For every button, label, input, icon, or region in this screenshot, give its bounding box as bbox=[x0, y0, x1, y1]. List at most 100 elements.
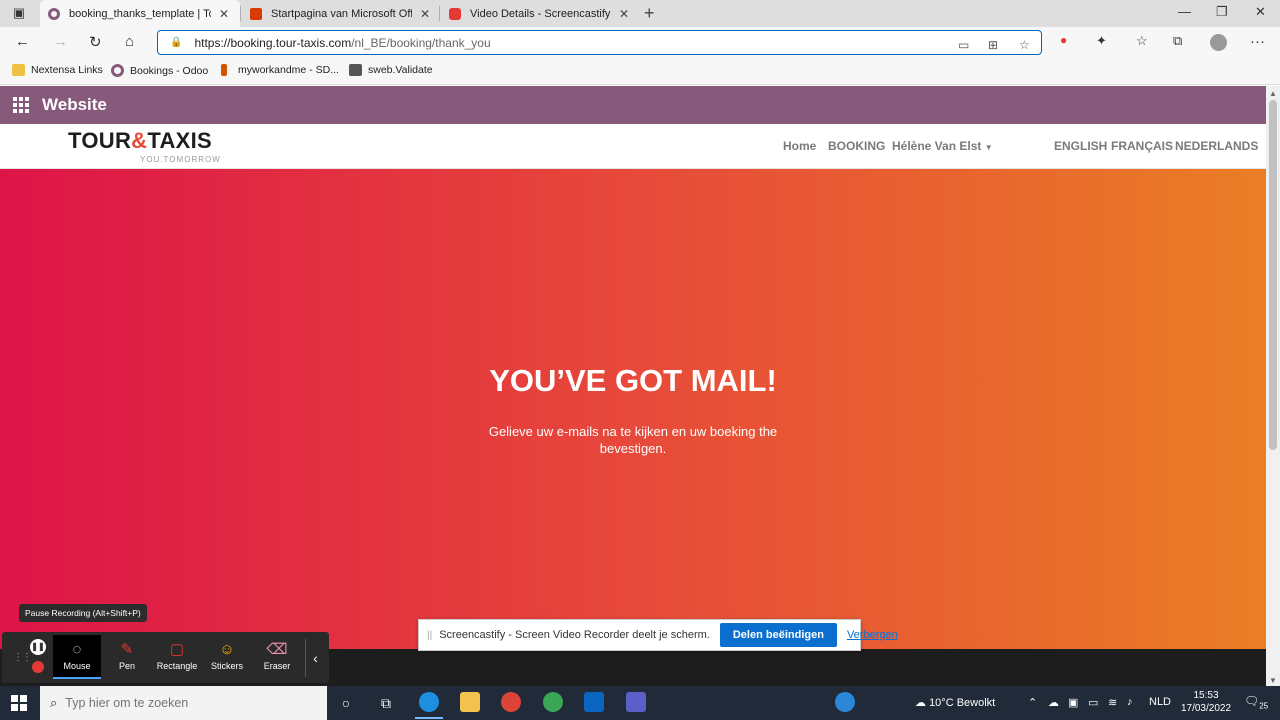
screencastify-extension-icon[interactable]: ● bbox=[1060, 33, 1067, 47]
tab-title: booking_thanks_template | Tour bbox=[69, 7, 211, 20]
odoo-icon bbox=[111, 64, 124, 77]
tab-divider bbox=[439, 6, 440, 21]
office-favicon-icon bbox=[250, 7, 262, 20]
volume-icon[interactable]: ♪ bbox=[1127, 696, 1133, 708]
favorites-icon[interactable]: ☆ bbox=[1136, 33, 1148, 49]
stickers-tool-button[interactable]: ☺ Stickers bbox=[203, 635, 251, 679]
bookmark-myworkandme[interactable]: myworkandme - SD... bbox=[221, 64, 339, 76]
collapse-toolbar-icon[interactable]: ‹ bbox=[305, 639, 325, 677]
rectangle-tool-button[interactable]: ▢ Rectangle bbox=[153, 635, 201, 679]
myworkandme-icon bbox=[221, 64, 227, 76]
scroll-up-icon[interactable]: ▲ bbox=[1269, 89, 1277, 98]
lang-francais[interactable]: FRANÇAIS bbox=[1111, 139, 1173, 153]
globe-app-icon[interactable] bbox=[543, 692, 563, 712]
profile-avatar[interactable] bbox=[1210, 34, 1227, 51]
cortana-icon[interactable]: ○ bbox=[336, 693, 356, 713]
chrome-app-icon[interactable] bbox=[501, 692, 521, 712]
address-toolbar: ← → ↻ ⌂ 🔒 https://booking.tour-taxis.com… bbox=[0, 27, 1280, 59]
favorite-star-icon[interactable]: ☆ bbox=[1019, 38, 1030, 52]
drag-handle-icon[interactable]: || bbox=[427, 630, 432, 641]
back-icon[interactable]: ← bbox=[15, 33, 30, 50]
bookmark-label: Bookings - Odoo bbox=[130, 64, 209, 77]
odoo-top-bar: Website bbox=[0, 86, 1266, 124]
task-view-icon[interactable]: ⧉ bbox=[376, 693, 396, 713]
forward-icon[interactable]: → bbox=[53, 33, 68, 50]
bookmark-bookings-odoo[interactable]: Bookings - Odoo bbox=[111, 64, 208, 77]
bookmark-label: Nextensa Links bbox=[31, 64, 103, 76]
help-app-icon[interactable] bbox=[835, 692, 855, 712]
new-tab-icon[interactable]: + bbox=[644, 3, 655, 24]
taskbar-search-input[interactable] bbox=[65, 696, 306, 710]
reader-mode-icon[interactable]: ▭ bbox=[958, 38, 969, 52]
notification-center-icon[interactable]: 🗨25 bbox=[1244, 694, 1268, 710]
tab-video-details[interactable]: Video Details - Screencastify ✕ bbox=[441, 0, 637, 27]
weather-text: 10°C Bewolkt bbox=[929, 697, 996, 709]
eraser-tool-button[interactable]: ⌫ Eraser bbox=[253, 635, 301, 679]
tab-actions-icon[interactable]: ▣ bbox=[10, 5, 28, 21]
close-tab-icon[interactable]: ✕ bbox=[420, 7, 430, 21]
collections-icon[interactable]: ⧉ bbox=[1173, 33, 1182, 49]
tab-title: Startpagina van Microsoft Office bbox=[271, 7, 412, 20]
scroll-down-icon[interactable]: ▼ bbox=[1269, 676, 1277, 685]
mouse-tool-button[interactable]: ◌ Mouse bbox=[53, 635, 101, 679]
tool-label: Eraser bbox=[263, 661, 291, 671]
wifi-icon[interactable]: ≋ bbox=[1108, 696, 1117, 709]
system-clock[interactable]: 15:53 17/03/2022 bbox=[1175, 689, 1237, 715]
tour-taxis-logo[interactable]: TOUR&TAXIS YOU.TOMORROW bbox=[68, 128, 220, 164]
tab-microsoft-office[interactable]: Startpagina van Microsoft Office ✕ bbox=[242, 0, 438, 27]
maximize-icon[interactable]: ❐ bbox=[1216, 4, 1228, 20]
close-tab-icon[interactable]: ✕ bbox=[619, 7, 629, 21]
pen-icon: ✎ bbox=[120, 641, 134, 658]
address-bar[interactable]: 🔒 https://booking.tour-taxis.com/nl_BE/b… bbox=[157, 30, 1042, 55]
scrollbar-thumb[interactable] bbox=[1269, 100, 1277, 450]
minimize-icon[interactable]: — bbox=[1178, 4, 1191, 19]
close-window-icon[interactable]: ✕ bbox=[1255, 4, 1266, 20]
hero-section: YOU’VE GOT MAIL! Gelieve uw e-mails na t… bbox=[0, 169, 1266, 649]
stop-recording-icon[interactable] bbox=[32, 661, 44, 673]
nav-user-dropdown[interactable]: Hélène Van Elst ▼ bbox=[892, 139, 993, 153]
app-title[interactable]: Website bbox=[42, 95, 107, 115]
clock-time: 15:53 bbox=[1193, 690, 1219, 701]
nav-home[interactable]: Home bbox=[783, 139, 816, 153]
url-text: https://booking.tour-taxis.com/nl_BE/boo… bbox=[194, 36, 490, 50]
drag-handle-icon[interactable]: ⋮⋮ bbox=[13, 652, 32, 663]
file-explorer-icon[interactable] bbox=[460, 692, 480, 712]
taskbar-search[interactable]: ⌕ bbox=[40, 686, 327, 720]
notification-count: 25 bbox=[1259, 701, 1269, 711]
nav-booking[interactable]: BOOKING bbox=[828, 139, 885, 153]
tab-booking-thanks[interactable]: booking_thanks_template | Tour ✕ bbox=[40, 0, 240, 27]
weather-widget[interactable]: ☁ 10°C Bewolkt bbox=[915, 696, 995, 709]
home-icon[interactable]: ⌂ bbox=[125, 33, 134, 50]
refresh-icon[interactable]: ↻ bbox=[89, 33, 102, 51]
more-menu-icon[interactable]: ··· bbox=[1250, 33, 1265, 50]
input-language[interactable]: NLD bbox=[1149, 696, 1171, 708]
close-tab-icon[interactable]: ✕ bbox=[219, 7, 229, 21]
lock-icon[interactable]: 🔒 bbox=[170, 37, 182, 48]
edge-app-icon[interactable] bbox=[419, 692, 439, 712]
lang-english[interactable]: ENGLISH bbox=[1054, 139, 1107, 153]
app-available-icon[interactable]: ⊞ bbox=[988, 38, 998, 52]
teams-app-icon[interactable] bbox=[626, 692, 646, 712]
cloud-icon: ☁ bbox=[915, 697, 926, 709]
pause-recording-icon[interactable]: ❚❚ bbox=[30, 639, 46, 655]
bookmark-nextensa-links[interactable]: Nextensa Links bbox=[12, 64, 103, 76]
extensions-icon[interactable]: ✦ bbox=[1096, 33, 1107, 49]
windows-start-icon[interactable] bbox=[11, 695, 27, 711]
caret-down-icon: ▼ bbox=[984, 143, 993, 152]
tab-strip: ▣ booking_thanks_template | Tour ✕ Start… bbox=[0, 0, 1280, 27]
pen-tool-button[interactable]: ✎ Pen bbox=[103, 635, 151, 679]
outlook-app-icon[interactable] bbox=[584, 692, 604, 712]
onedrive-icon[interactable]: ☁ bbox=[1048, 696, 1059, 709]
apps-grid-icon[interactable] bbox=[13, 97, 29, 113]
display-icon[interactable]: ▣ bbox=[1068, 696, 1078, 709]
bookmark-label: myworkandme - SD... bbox=[238, 64, 339, 76]
show-hidden-icons-icon[interactable]: ⌃ bbox=[1028, 696, 1037, 709]
folder-icon bbox=[12, 64, 25, 76]
bookmark-sweb-validate[interactable]: sweb.Validate bbox=[349, 64, 433, 76]
battery-icon[interactable]: ▭ bbox=[1088, 696, 1098, 709]
stop-sharing-button[interactable]: Delen beëindigen bbox=[719, 623, 837, 647]
hide-banner-link[interactable]: Verbergen bbox=[847, 629, 898, 641]
sweb-icon bbox=[349, 64, 362, 76]
lang-nederlands[interactable]: NEDERLANDS bbox=[1175, 139, 1258, 153]
screencastify-toolbar: ⋮⋮ ❚❚ ◌ Mouse ✎ Pen ▢ Rectangle ☺ Sticke… bbox=[2, 632, 329, 683]
